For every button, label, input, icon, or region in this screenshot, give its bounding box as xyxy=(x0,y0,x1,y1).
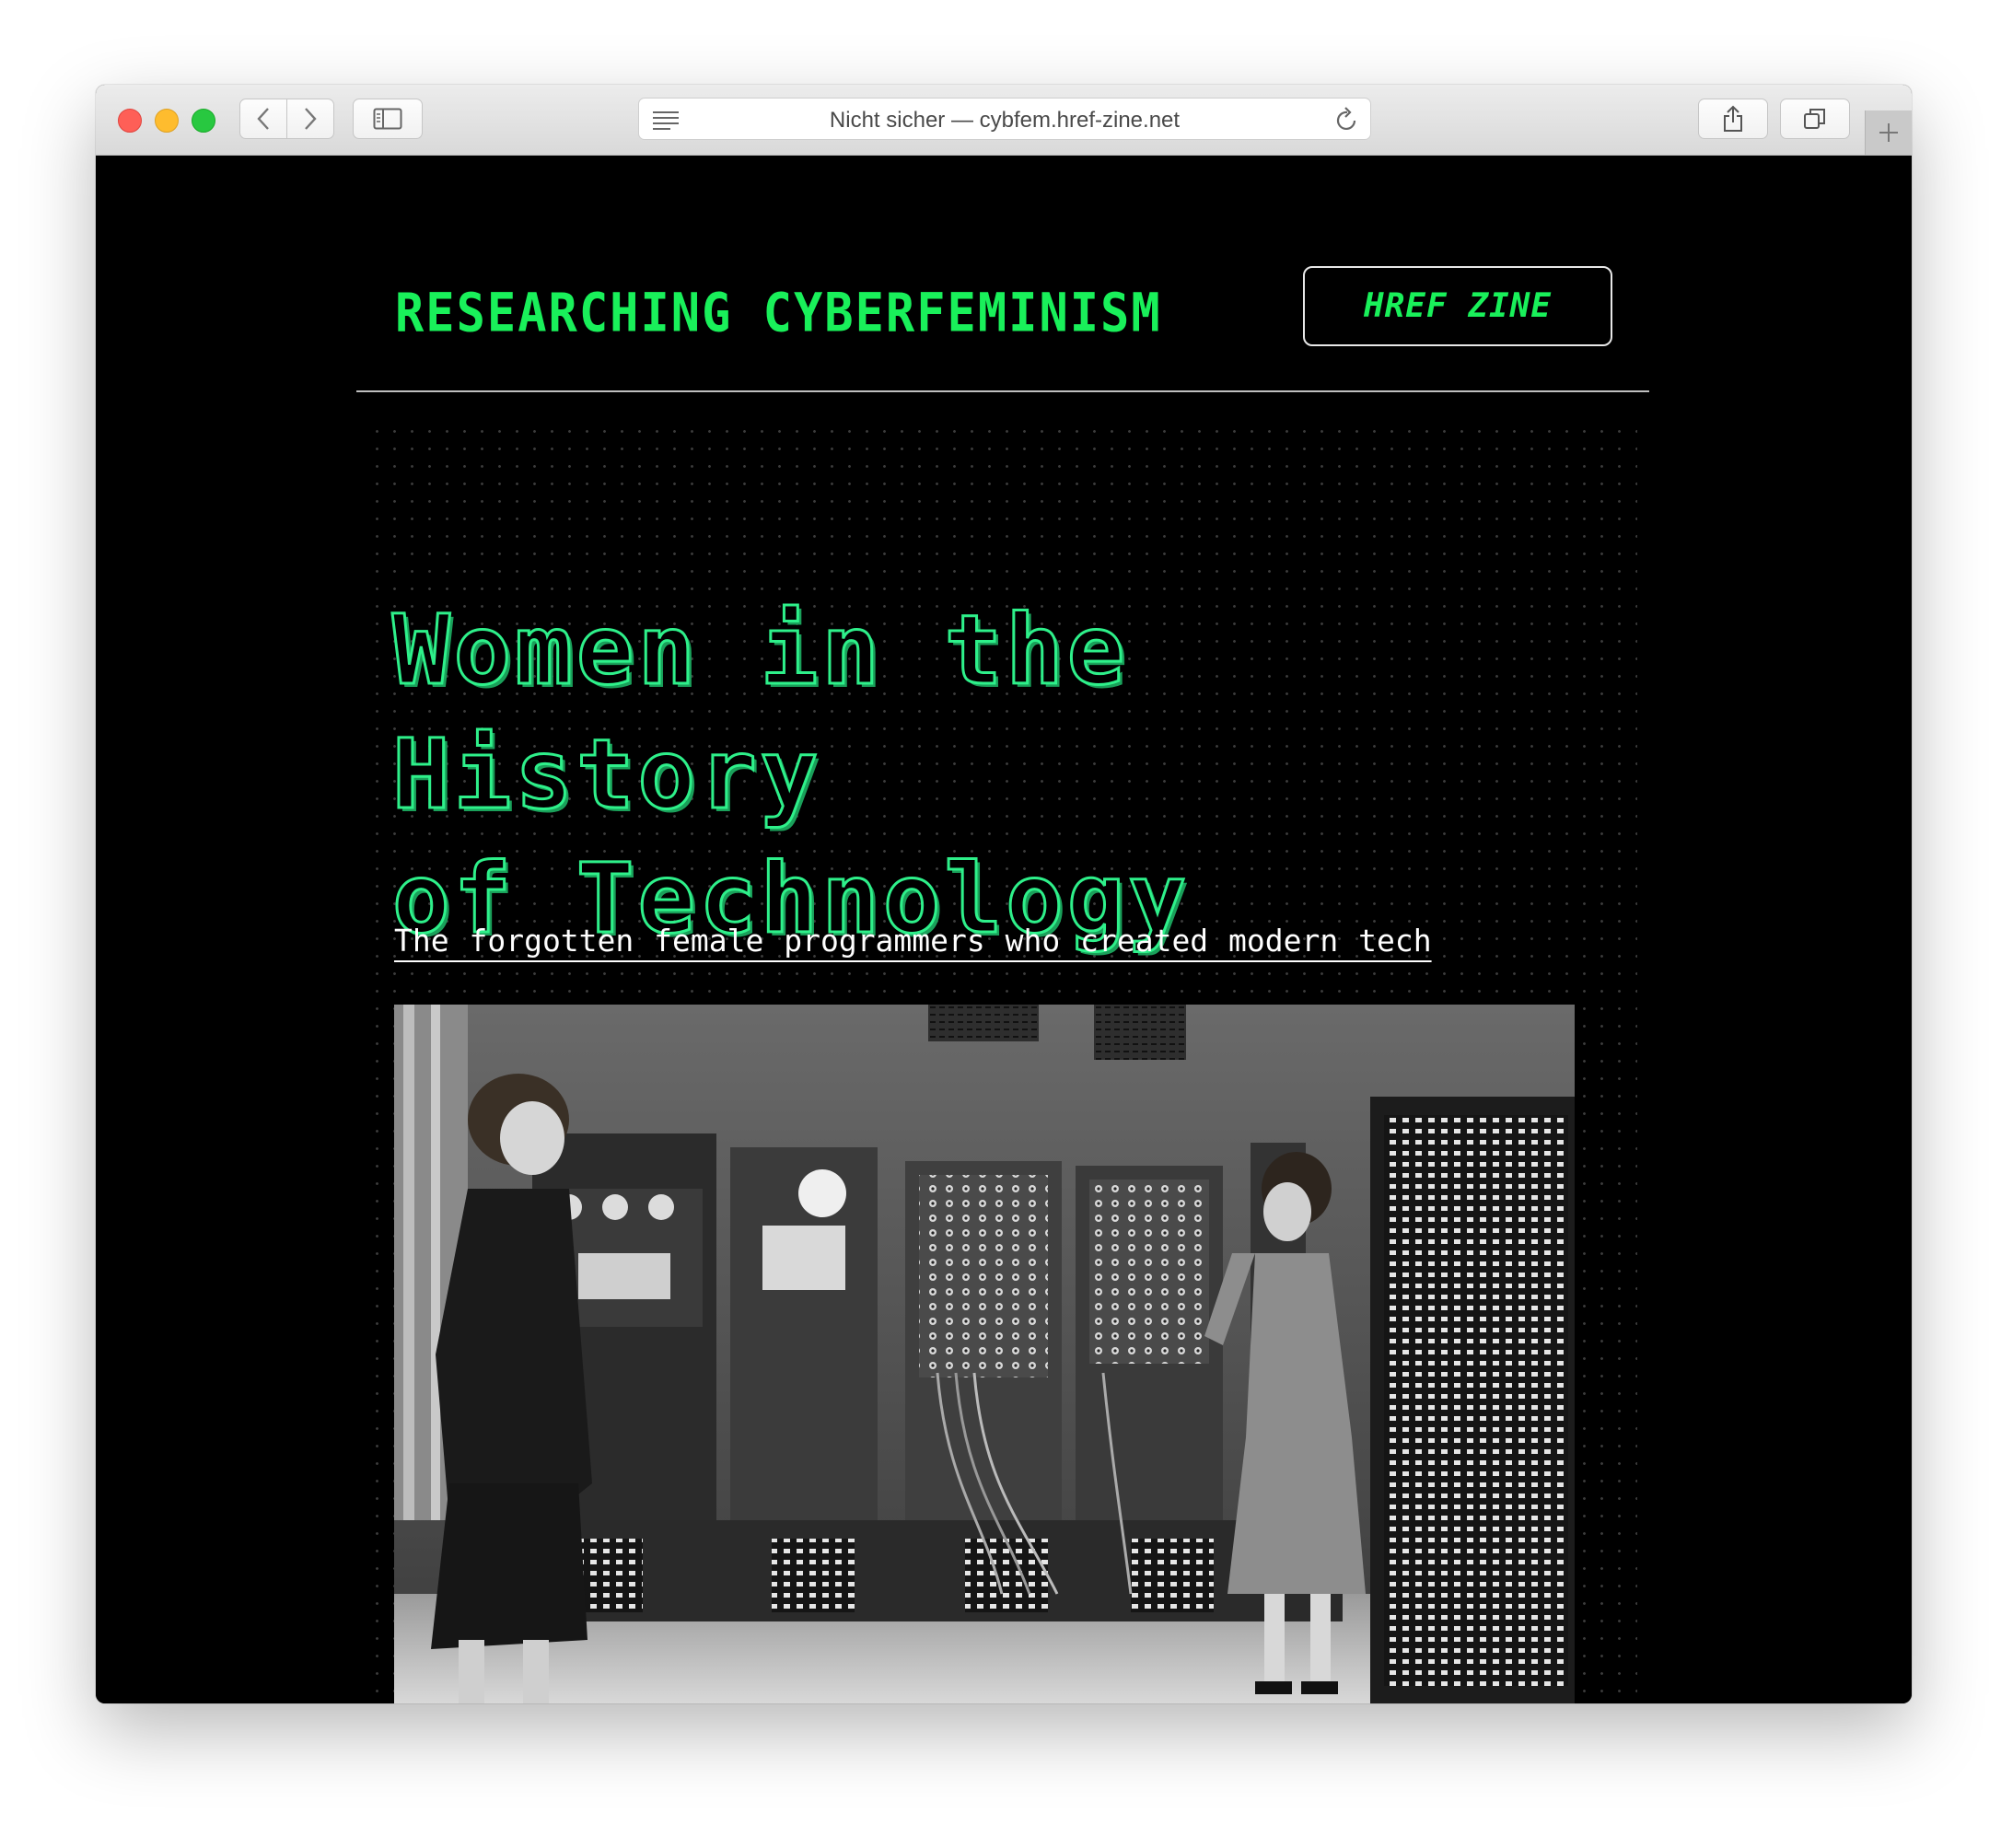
minimize-window-button[interactable] xyxy=(155,109,179,133)
browser-toolbar: Nicht sicher — cybfem.href-zine.net xyxy=(96,85,1912,156)
zoom-window-button[interactable] xyxy=(192,109,215,133)
sidebar-toggle-button[interactable] xyxy=(353,99,423,139)
article-headline: Women in the History of Technology xyxy=(391,588,1589,961)
reload-icon[interactable] xyxy=(1335,107,1359,133)
page-content: RESEARCHING CYBERFEMINISM HREF ZINE Wome… xyxy=(96,156,1912,1703)
new-tab-button[interactable] xyxy=(1865,110,1912,155)
tab-overview-button[interactable] xyxy=(1780,99,1850,139)
close-window-button[interactable] xyxy=(118,109,142,133)
header-divider xyxy=(356,390,1649,392)
chevron-right-icon xyxy=(305,108,317,130)
address-text: Nicht sicher — cybfem.href-zine.net xyxy=(829,108,1181,133)
site-title[interactable]: RESEARCHING CYBERFEMINISM xyxy=(395,283,1162,344)
share-icon xyxy=(1724,105,1742,132)
tabs-icon xyxy=(1804,109,1825,129)
address-bar[interactable]: Nicht sicher — cybfem.href-zine.net xyxy=(638,98,1371,140)
article-link[interactable]: The forgotten female programmers who cre… xyxy=(394,923,1432,959)
eniac-photo xyxy=(394,1005,1575,1703)
chevron-left-icon xyxy=(257,108,269,130)
href-zine-button[interactable]: HREF ZINE xyxy=(1303,266,1612,346)
forward-button[interactable] xyxy=(286,99,334,139)
browser-window: Nicht sicher — cybfem.href-zine.net RESE… xyxy=(96,85,1912,1703)
eniac-photo-illustration xyxy=(394,1005,1575,1703)
share-button[interactable] xyxy=(1698,99,1768,139)
back-button[interactable] xyxy=(239,99,287,139)
headline-line-1: Women in the History xyxy=(391,593,1129,832)
plus-icon xyxy=(1879,123,1898,142)
sidebar-icon xyxy=(373,108,402,130)
